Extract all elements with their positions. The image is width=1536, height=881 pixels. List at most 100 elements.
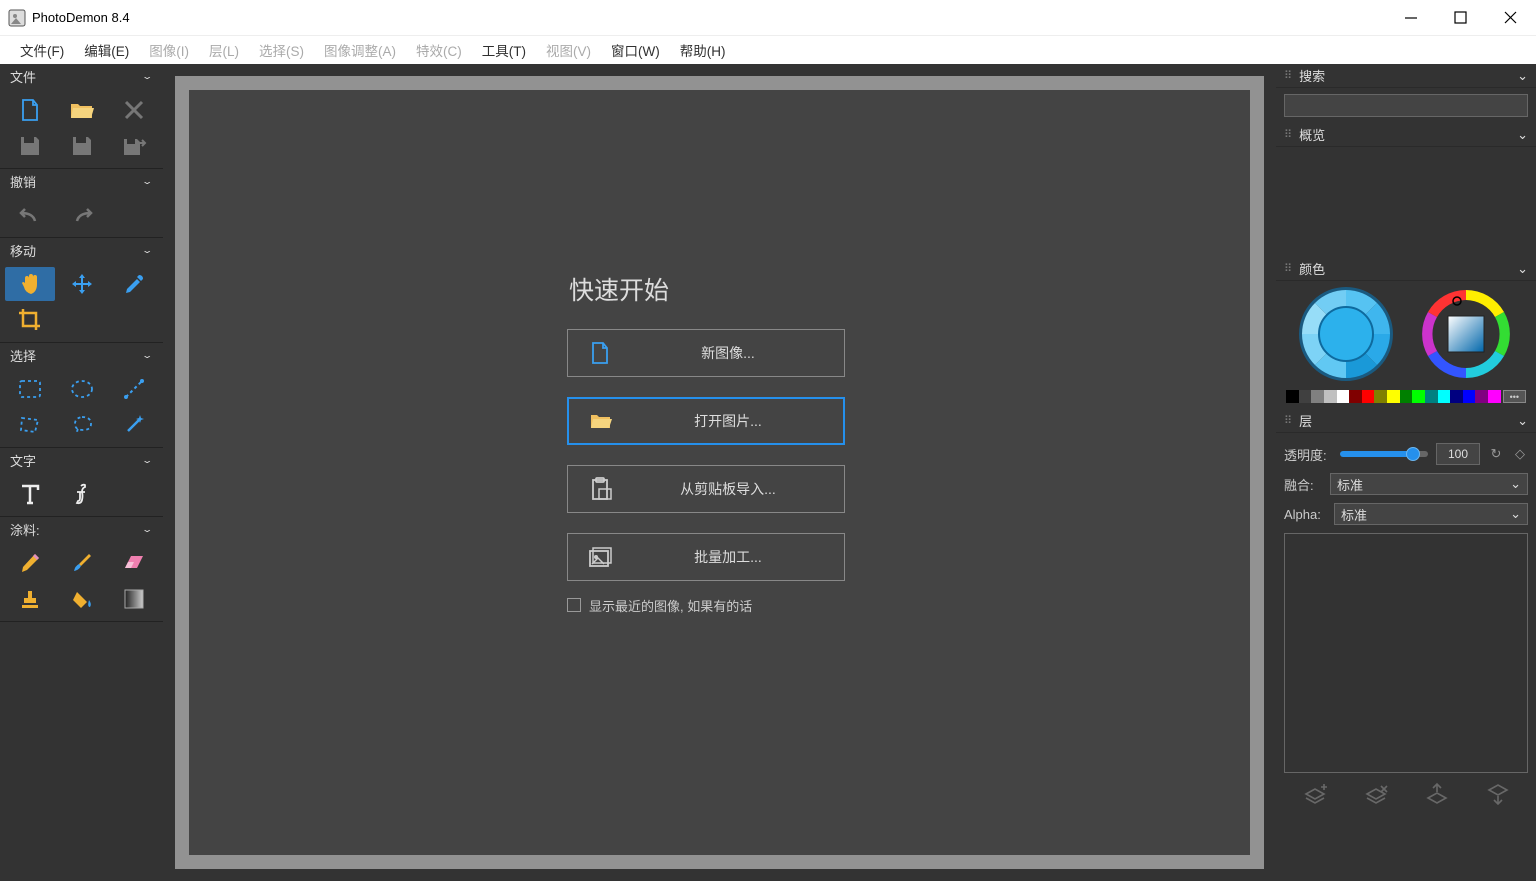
move-tool[interactable]: [57, 267, 107, 301]
swatch[interactable]: [1349, 390, 1362, 403]
eraser-tool[interactable]: [109, 546, 159, 580]
toolgroup-move-header[interactable]: 移动⌄: [0, 238, 163, 262]
color-swatches[interactable]: •••: [1282, 388, 1530, 407]
alpha-combo[interactable]: 标准⌄: [1334, 503, 1528, 525]
gradient-tool[interactable]: [109, 582, 159, 616]
toolgroup-file-header[interactable]: 文件⌄: [0, 64, 163, 88]
menu-window[interactable]: 窗口(W): [601, 36, 670, 64]
menu-adjust[interactable]: 图像调整(A): [314, 36, 406, 64]
line-select-tool[interactable]: [109, 372, 159, 406]
undo-tool[interactable]: [5, 198, 55, 232]
swatch[interactable]: [1387, 390, 1400, 403]
color-wheel-shades[interactable]: [1299, 287, 1393, 384]
quickstart-new-image[interactable]: 新图像...: [567, 329, 845, 377]
menu-layer[interactable]: 层(L): [199, 36, 249, 64]
layer-list[interactable]: [1284, 533, 1528, 773]
swatch[interactable]: [1425, 390, 1438, 403]
bucket-tool[interactable]: [57, 582, 107, 616]
eyedropper-tool[interactable]: [109, 267, 159, 301]
swatch[interactable]: [1324, 390, 1337, 403]
swatch[interactable]: [1412, 390, 1425, 403]
save-copy-tool[interactable]: [57, 129, 107, 163]
grip-icon: ⠿: [1284, 73, 1293, 79]
grip-icon: ⠿: [1284, 132, 1293, 138]
swatch[interactable]: [1438, 390, 1451, 403]
swatch[interactable]: [1337, 390, 1350, 403]
layer-down-button[interactable]: [1485, 781, 1511, 807]
swatch[interactable]: [1463, 390, 1476, 403]
swatch[interactable]: [1488, 390, 1501, 403]
open-file-tool[interactable]: [57, 93, 107, 127]
menu-select[interactable]: 选择(S): [249, 36, 314, 64]
swatch[interactable]: [1286, 390, 1299, 403]
wand-select-tool[interactable]: [109, 408, 159, 442]
layer-up-button[interactable]: [1424, 781, 1450, 807]
toolgroup-select-header[interactable]: 选择⌄: [0, 343, 163, 367]
ellipse-select-tool[interactable]: [57, 372, 107, 406]
color-wheel-hue[interactable]: [1419, 287, 1513, 384]
new-file-tool[interactable]: [5, 93, 55, 127]
quickstart-batch[interactable]: 批量加工...: [567, 533, 845, 581]
menu-tools[interactable]: 工具(T): [472, 36, 536, 64]
stamp-tool[interactable]: [5, 582, 55, 616]
app-icon: [8, 9, 26, 27]
layers-panel-header[interactable]: ⠿层⌄: [1276, 409, 1536, 433]
swatch[interactable]: [1299, 390, 1312, 403]
chevron-down-icon: ⌄: [1517, 413, 1528, 429]
text-italic-tool[interactable]: [57, 477, 107, 511]
swatch-more[interactable]: •••: [1503, 390, 1526, 403]
minimize-button[interactable]: [1386, 0, 1436, 35]
swatch[interactable]: [1475, 390, 1488, 403]
chevron-down-icon: ⌄: [1517, 127, 1528, 143]
brush-tool[interactable]: [57, 546, 107, 580]
quickstart-panel: 快速开始 新图像... 打开图片... 从剪贴板导入...: [567, 271, 872, 615]
quickstart-from-clipboard[interactable]: 从剪贴板导入...: [567, 465, 845, 513]
search-panel-header[interactable]: ⠿搜索⌄: [1276, 64, 1536, 88]
swatch[interactable]: [1400, 390, 1413, 403]
toolgroup-paint-header[interactable]: 涂料:⌄: [0, 517, 163, 541]
hand-tool[interactable]: [5, 267, 55, 301]
clipboard-icon: [568, 477, 632, 501]
save-tool[interactable]: [5, 129, 55, 163]
maximize-button[interactable]: [1436, 0, 1486, 35]
menu-view[interactable]: 视图(V): [536, 36, 601, 64]
menu-edit[interactable]: 编辑(E): [74, 36, 139, 64]
checkbox-icon: [567, 598, 581, 612]
save-as-tool[interactable]: [109, 129, 159, 163]
menu-image[interactable]: 图像(I): [139, 36, 199, 64]
close-file-tool[interactable]: [109, 93, 159, 127]
pencil-tool[interactable]: [5, 546, 55, 580]
reset-icon[interactable]: ↻: [1488, 446, 1504, 462]
quickstart-recent-checkbox[interactable]: 显示最近的图像, 如果有的话: [567, 596, 872, 615]
delete-layer-button[interactable]: [1363, 781, 1389, 807]
swatch[interactable]: [1362, 390, 1375, 403]
poly-select-tool[interactable]: [5, 408, 55, 442]
menu-help[interactable]: 帮助(H): [670, 36, 736, 64]
toolgroup-undo-header[interactable]: 撤销⌄: [0, 169, 163, 193]
swatch[interactable]: [1374, 390, 1387, 403]
crop-tool[interactable]: [5, 303, 55, 337]
toolgroup-text-header[interactable]: 文字⌄: [0, 448, 163, 472]
quickstart-open-image[interactable]: 打开图片...: [567, 397, 845, 445]
opacity-value[interactable]: 100: [1436, 443, 1480, 465]
lasso-select-tool[interactable]: [57, 408, 107, 442]
expand-icon[interactable]: ◇: [1512, 446, 1528, 462]
chevron-down-icon: ⌄: [1517, 261, 1528, 277]
blend-combo[interactable]: 标准⌄: [1330, 473, 1528, 495]
opacity-label: 透明度:: [1284, 445, 1332, 464]
text-tool[interactable]: [5, 477, 55, 511]
color-panel-header[interactable]: ⠿颜色⌄: [1276, 257, 1536, 281]
swatch[interactable]: [1450, 390, 1463, 403]
alpha-label: Alpha:: [1284, 507, 1326, 522]
overview-panel-header[interactable]: ⠿概览⌄: [1276, 123, 1536, 147]
close-button[interactable]: [1486, 0, 1536, 35]
toolbox: 文件⌄ 撤销⌄ 移动⌄: [0, 64, 163, 881]
swatch[interactable]: [1311, 390, 1324, 403]
menu-effects[interactable]: 特效(C): [406, 36, 472, 64]
redo-tool[interactable]: [57, 198, 107, 232]
add-layer-button[interactable]: [1302, 781, 1328, 807]
menu-file[interactable]: 文件(F): [10, 36, 74, 64]
search-input[interactable]: [1284, 94, 1528, 117]
rect-select-tool[interactable]: [5, 372, 55, 406]
opacity-slider[interactable]: [1340, 451, 1428, 457]
